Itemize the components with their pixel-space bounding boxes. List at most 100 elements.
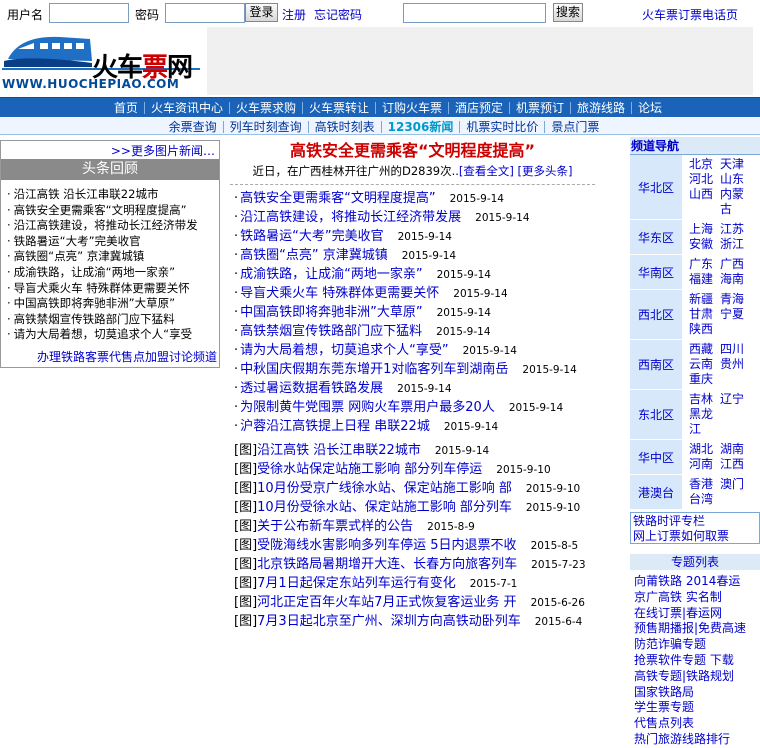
pic-news-title[interactable]: 7月3日起北京至广州、深圳方向高铁动卧列车 [257,614,521,629]
city-link[interactable]: 上海 [689,222,720,237]
news-title[interactable]: 为限制黄牛党囤票 网购火车票用户最多20人 [240,400,495,415]
news-title[interactable]: 高铁禁烟宣传铁路部门应下猛料 [240,324,422,339]
pic-news-title[interactable]: 10月份受京广线徐水站、保定站施工影响 部 [257,481,512,496]
pic-news-title[interactable]: 受徐水站保定站施工影响 部分列车停运 [257,462,482,477]
topic-link[interactable]: 京广高铁 实名制 [634,590,760,606]
topic-link[interactable]: 高铁专题|铁路规划 [634,669,760,685]
city-link[interactable]: 山西 [689,187,720,217]
city-link[interactable]: 四川 [720,342,751,357]
city-link[interactable]: 湖北 [689,442,720,457]
city-link[interactable]: 陕西 [689,322,720,337]
topic-link[interactable]: 热门旅游线路排行 [634,732,760,748]
pic-news-title[interactable]: 北京铁路局暑期增开大连、长春方向旅客列车 [257,557,517,572]
forgot-password-link[interactable]: 忘记密码 [314,6,362,23]
region-name[interactable]: 西南区 [630,340,682,389]
subnav-item[interactable]: 列车时刻查询 [222,120,308,133]
news-title[interactable]: 中秋国庆假期东莞东增开1对临客列车到湖南岳 [240,362,508,377]
pic-news-title[interactable]: 沿江高铁 沿长江串联22城市 [257,443,421,458]
pic-news-title[interactable]: 关于公布新车票式样的公告 [257,519,413,534]
city-link[interactable]: 福建 [689,272,720,287]
search-button[interactable]: 搜索 [553,3,583,22]
agent-discussion-link[interactable]: 办理铁路客票代售点加盟讨论频道 [37,348,217,365]
city-link[interactable]: 天津 [720,157,751,172]
city-link[interactable]: 辽宁 [720,392,751,407]
news-title[interactable]: 高铁安全更需乘客“文明程度提高” [240,191,435,206]
news-title[interactable]: 导盲犬乘火车 特殊群体更需要关怀 [240,286,439,301]
pic-news-title[interactable]: 10月份受徐水站、保定站施工影响 部分列车 [257,500,512,515]
city-link[interactable]: 江西 [720,457,751,472]
city-link[interactable]: 甘肃 [689,307,720,322]
more-headlines-link[interactable]: [更多头条] [518,164,573,178]
nav-item[interactable]: 旅游线路 [570,102,631,114]
news-title[interactable]: 沪蓉沿江高铁提上日程 串联22城 [240,419,430,434]
headline-title[interactable]: 高铁安全更需乘客“文明程度提高” [230,140,595,162]
subnav-item[interactable]: 景点门票 [544,120,605,133]
nav-item[interactable]: 火车票求购 [228,102,302,114]
region-name[interactable]: 华北区 [630,155,682,219]
news-title[interactable]: 中国高铁即将奔驰非洲”大草原” [240,305,422,320]
site-logo[interactable]: 火车票网 WWW.HUOCHEPIAO.COM [0,27,205,97]
nav-item[interactable]: 机票预订 [509,102,570,114]
city-link[interactable]: 安徽 [689,237,720,252]
ticket-pickup-link[interactable]: 网上订票如何取票 [633,529,757,544]
pic-news-title[interactable]: 7月1日起保定东站列车运行有变化 [257,576,456,591]
region-name[interactable]: 华南区 [630,255,682,289]
login-button[interactable]: 登录 [245,3,278,22]
news-title[interactable]: 请为大局着想，切莫追求个人“享受” [240,343,448,358]
city-link[interactable]: 河南 [689,457,720,472]
city-link[interactable]: 贵州 [720,357,751,372]
city-link[interactable]: 澳门 [720,477,751,492]
nav-item[interactable]: 论坛 [631,102,668,114]
headline-review-item[interactable]: 成渝铁路，让成渝“两地一家亲” [7,265,198,281]
city-link[interactable]: 重庆 [689,372,720,387]
city-link[interactable]: 黑龙江 [689,407,720,437]
news-title[interactable]: 透过暑运数据看铁路发展 [240,381,383,396]
region-name[interactable]: 华中区 [630,440,682,474]
topic-link[interactable]: 在线订票|春运网 [634,606,760,622]
nav-item[interactable]: 首页 [108,102,144,114]
city-link[interactable]: 云南 [689,357,720,372]
news-title[interactable]: 高铁圈“点亮” 京津冀城镇 [240,248,388,263]
city-link[interactable]: 青海 [720,292,751,307]
nav-item[interactable]: 火车票转让 [301,102,375,114]
city-link[interactable]: 吉林 [689,392,720,407]
subnav-item[interactable]: 余票查询 [163,121,223,133]
region-name[interactable]: 港澳台 [630,475,682,509]
topic-link[interactable]: 抢票软件专题 下载 [634,653,760,669]
nav-item[interactable]: 酒店预定 [448,102,509,114]
headline-review-item[interactable]: 沿江高铁 沿长江串联22城市 [7,187,198,203]
city-link[interactable]: 台湾 [689,492,720,507]
subnav-item[interactable]: 高铁时刻表 [307,120,381,133]
region-name[interactable]: 华东区 [630,220,682,254]
city-link[interactable]: 北京 [689,157,720,172]
pic-news-title[interactable]: 河北正定百年火车站7月正式恢复客运业务 开 [257,595,516,610]
hotline-link[interactable]: 火车票订票电话页 [642,6,738,23]
headline-review-item[interactable]: 铁路暑运“大考”完美收官 [7,234,198,250]
region-name[interactable]: 东北区 [630,390,682,439]
topic-link[interactable]: 预售期播报|免费高速 [634,621,760,637]
city-link[interactable]: 广西 [720,257,751,272]
city-link[interactable]: 香港 [689,477,720,492]
username-input[interactable] [49,3,129,23]
topic-link[interactable]: 向莆铁路 2014春运 [634,574,760,590]
register-link[interactable]: 注册 [282,6,306,23]
full-text-link[interactable]: [查看全文] [459,164,514,178]
more-pic-news-link[interactable]: >>更多图片新闻… [111,142,215,159]
subnav-item[interactable]: 12306新闻 [380,120,460,133]
city-link[interactable]: 内蒙古 [720,187,751,217]
city-link[interactable]: 宁夏 [720,307,751,322]
pic-news-title[interactable]: 受陇海线水害影响多列车停运 5日内退票不收 [257,538,516,553]
news-title[interactable]: 成渝铁路，让成渝“两地一家亲” [240,267,422,282]
password-input[interactable] [165,3,245,23]
topic-link[interactable]: 防范诈骗专题 [634,637,760,653]
headline-review-item[interactable]: 请为大局着想，切莫追求个人“享受 [7,327,198,343]
city-link[interactable]: 新疆 [689,292,720,307]
news-title[interactable]: 铁路暑运“大考”完美收官 [240,229,383,244]
city-link[interactable]: 山东 [720,172,751,187]
topic-link[interactable]: 国家铁路局 [634,685,760,701]
city-link[interactable]: 广东 [689,257,720,272]
headline-review-item[interactable]: 沿江高铁建设，将推动长江经济带发 [7,218,198,234]
city-link[interactable]: 湖南 [720,442,751,457]
search-input[interactable] [403,3,546,23]
city-link[interactable]: 浙江 [720,237,751,252]
